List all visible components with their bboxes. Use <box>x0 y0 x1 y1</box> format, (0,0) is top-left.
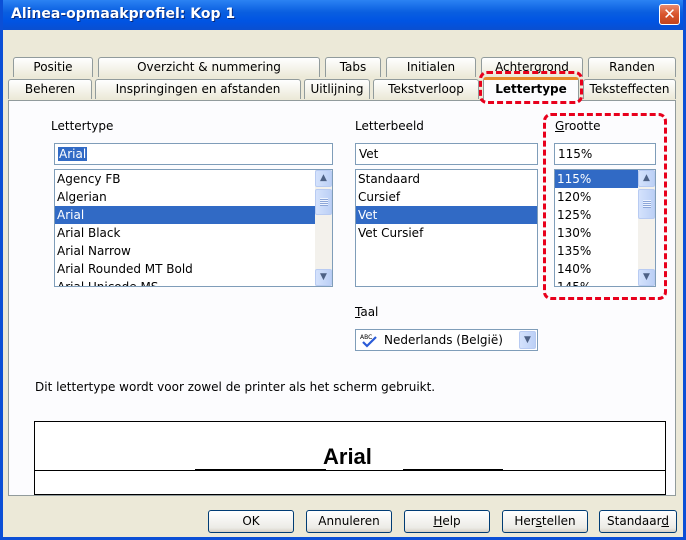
close-button[interactable]: ✕ <box>659 4 680 25</box>
font-info-text: Dit lettertype wordt voor zowel de print… <box>35 380 436 394</box>
style-list-item[interactable]: Vet <box>356 206 537 224</box>
help-rest: elp <box>442 514 461 528</box>
window-title: Alinea-opmaakprofiel: Kop 1 <box>11 6 236 22</box>
style-input[interactable]: Vet <box>355 143 538 165</box>
language-label: Taal <box>355 305 378 319</box>
font-input-value: Arial <box>58 147 88 161</box>
default-accesskey: d <box>661 514 669 528</box>
font-list-item[interactable]: Arial Black <box>55 224 332 242</box>
style-list-item[interactable]: Standaard <box>356 170 537 188</box>
font-list-item[interactable]: Agency FB <box>55 170 332 188</box>
tab-tekstverloop[interactable]: Tekstverloop <box>373 79 479 99</box>
help-accesskey: H <box>433 514 443 528</box>
tab-uitlijning[interactable]: Uitlijning <box>304 79 370 99</box>
language-select[interactable]: ABC Nederlands (België) ▼ <box>355 329 538 351</box>
reset-a: Her <box>514 514 536 528</box>
preview-underline-left <box>195 469 326 470</box>
style-list-item[interactable]: Cursief <box>356 188 537 206</box>
scroll-down-icon[interactable]: ▼ <box>315 269 332 286</box>
svg-text:ABC: ABC <box>360 334 372 341</box>
spellcheck-abc-icon: ABC <box>360 332 378 348</box>
close-icon: ✕ <box>663 5 676 23</box>
tab-randen[interactable]: Randen <box>588 57 676 77</box>
preview-baseline <box>35 470 665 471</box>
tab-beheren[interactable]: Beheren <box>8 79 92 99</box>
tab-inspringingen-afstanden[interactable]: Inspringingen en afstanden <box>95 79 301 99</box>
scroll-up-icon[interactable]: ▲ <box>315 170 332 187</box>
tab-overzicht-nummering[interactable]: Overzicht & nummering <box>98 57 320 77</box>
preview-underline-right <box>403 469 503 470</box>
chevron-down-icon[interactable]: ▼ <box>519 331 536 349</box>
dialog-window: Alinea-opmaakprofiel: Kop 1 ✕ Positie Ov… <box>0 0 686 540</box>
font-list[interactable]: Agency FB Algerian Arial Arial Black Arial N… <box>54 169 333 287</box>
font-preview: Arial <box>34 421 666 495</box>
language-value: Nederlands (België) <box>384 333 503 347</box>
font-input[interactable]: Arial <box>54 143 333 165</box>
font-list-item[interactable]: Algerian <box>55 188 332 206</box>
language-label-rest: aal <box>360 305 379 319</box>
default-button[interactable]: Standaard <box>599 510 677 533</box>
style-label: Letterbeeld <box>355 119 424 133</box>
font-list-items: Agency FB Algerian Arial Arial Black Arial N… <box>55 170 332 286</box>
reset-button[interactable]: Herstellen <box>502 510 588 533</box>
scroll-thumb[interactable] <box>315 189 332 215</box>
font-list-item[interactable]: Arial Rounded MT Bold <box>55 260 332 278</box>
style-list[interactable]: Standaard Cursief Vet Vet Cursief <box>355 169 538 287</box>
cancel-button[interactable]: Annuleren <box>306 510 392 533</box>
ok-button[interactable]: OK <box>208 510 294 533</box>
help-button[interactable]: Help <box>404 510 490 533</box>
preview-text: Arial <box>323 444 372 469</box>
font-list-item[interactable]: Arial <box>55 206 332 224</box>
annotation-highlight-tab <box>479 71 583 104</box>
tab-positie[interactable]: Positie <box>13 57 93 77</box>
default-a: Standaar <box>607 514 662 528</box>
style-list-item[interactable]: Vet Cursief <box>356 224 537 242</box>
tab-tabs[interactable]: Tabs <box>325 57 381 77</box>
tab-initialen[interactable]: Initialen <box>386 57 476 77</box>
annotation-highlight-size <box>543 113 667 300</box>
font-list-item[interactable]: Arial Unicode MS <box>55 278 332 286</box>
font-list-item[interactable]: Arial Narrow <box>55 242 332 260</box>
reset-b: tellen <box>541 514 576 528</box>
font-list-scrollbar[interactable]: ▲ ▼ <box>315 170 332 286</box>
title-bar[interactable]: Alinea-opmaakprofiel: Kop 1 ✕ <box>3 0 683 30</box>
style-list-items: Standaard Cursief Vet Vet Cursief <box>356 170 537 242</box>
tab-teksteffecten[interactable]: Teksteffecten <box>583 79 676 99</box>
font-label: Lettertype <box>51 119 114 133</box>
